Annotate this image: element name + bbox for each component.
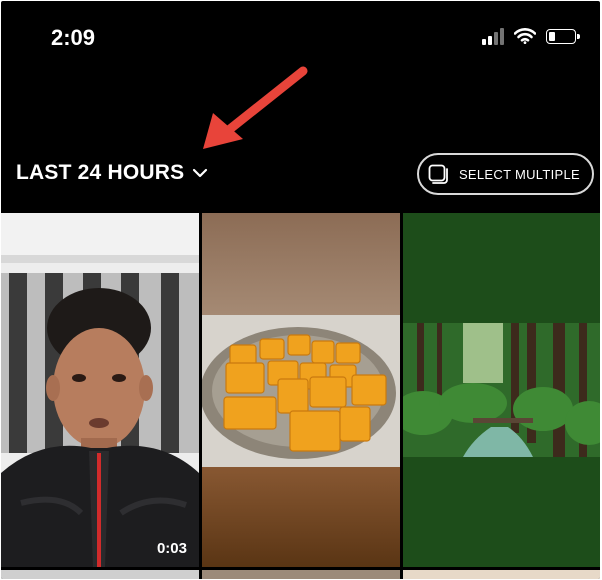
battery-icon (546, 28, 580, 44)
annotation-arrow (203, 66, 308, 149)
multi-select-stack-icon (428, 164, 448, 184)
album-selector[interactable]: LAST 24 HOURS (16, 161, 208, 185)
media-grid: 0:03 (1, 213, 600, 579)
grid-item-partial (1, 570, 199, 579)
wifi-icon (514, 28, 536, 44)
select-multiple-button[interactable]: SELECT MULTIPLE (416, 153, 594, 195)
cellular-signal-icon (482, 27, 504, 45)
select-multiple-label: SELECT MULTIPLE (458, 166, 580, 182)
video-duration: 0:03 (156, 540, 187, 557)
chevron-down-icon (193, 168, 208, 178)
status-time: 2:09 (51, 25, 96, 50)
photo-thumbnail (403, 213, 600, 567)
video-thumbnail (1, 213, 199, 567)
grid-item-video[interactable]: 0:03 (1, 213, 199, 567)
grid-item-partial (202, 570, 400, 579)
grid-item-photo[interactable] (202, 213, 400, 567)
status-icons (482, 27, 580, 45)
grid-item-partial (403, 570, 600, 579)
photo-thumbnail (202, 213, 400, 567)
album-label: LAST 24 HOURS (16, 161, 185, 184)
grid-item-photo[interactable] (403, 213, 600, 567)
camera-roll-screen: 2:09 LAST 24 HOURS SELECT MULTIPLE 0:03 (1, 1, 600, 579)
